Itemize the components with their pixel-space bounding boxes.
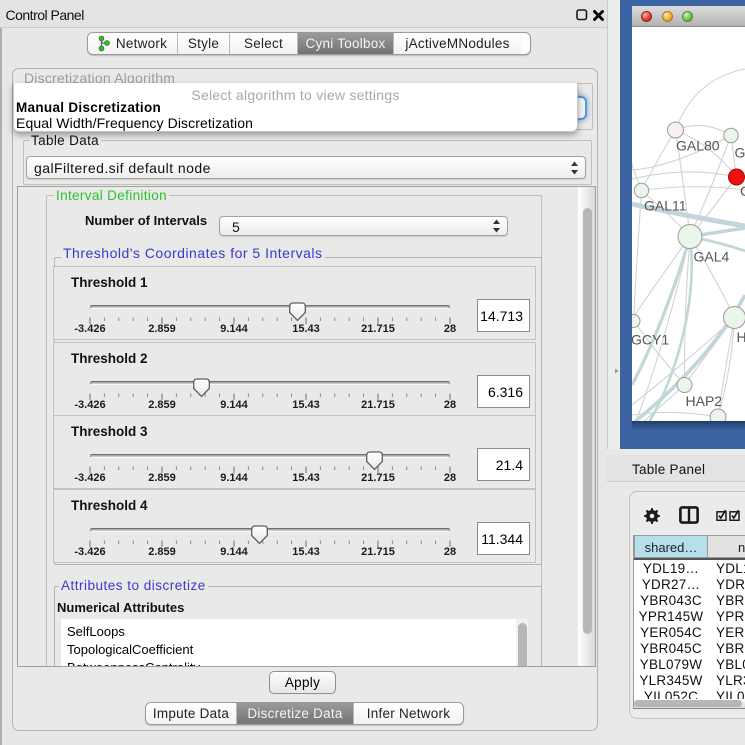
svg-text:HAP2: HAP2 bbox=[686, 393, 723, 409]
svg-text:GAL11: GAL11 bbox=[644, 198, 687, 214]
svg-text:GAL80: GAL80 bbox=[676, 138, 720, 154]
svg-text:GA: GA bbox=[735, 145, 745, 161]
svg-text:H: H bbox=[737, 329, 745, 345]
svg-text:GAL4: GAL4 bbox=[694, 249, 730, 265]
svg-text:C: C bbox=[740, 183, 745, 199]
svg-text:GCY1: GCY1 bbox=[632, 332, 669, 348]
